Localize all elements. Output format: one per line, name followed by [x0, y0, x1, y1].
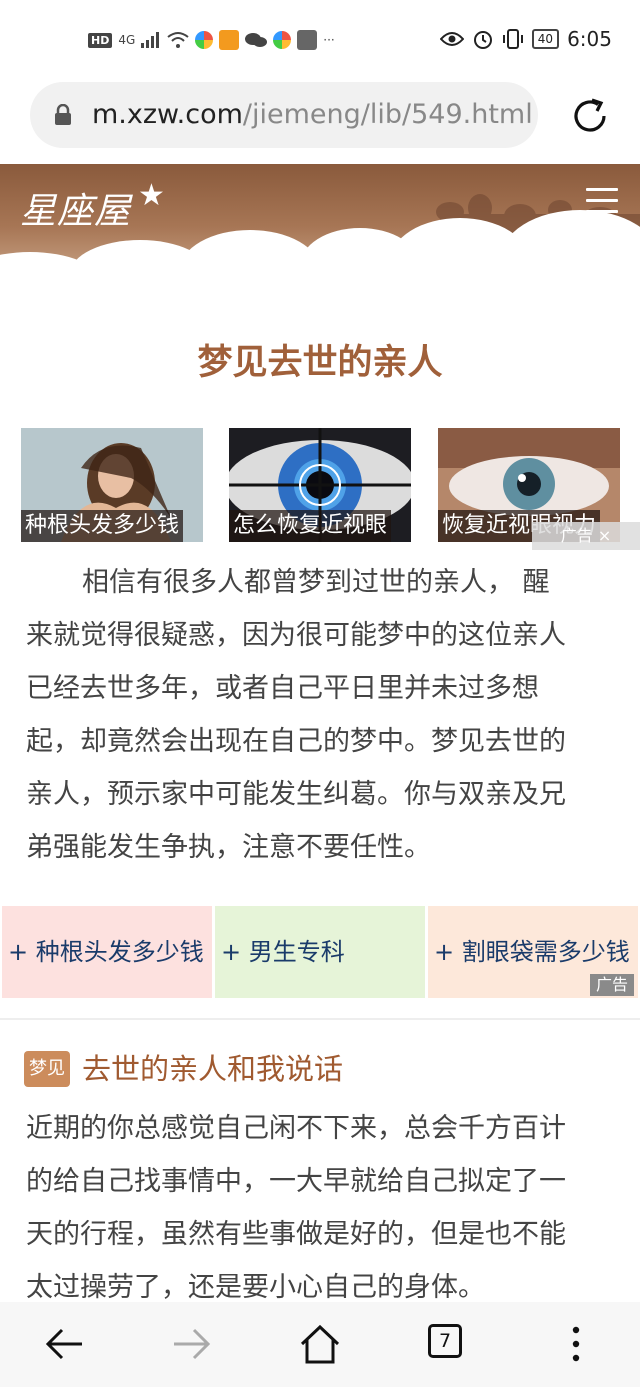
address-bar[interactable]: m.xzw.com/jiemeng/lib/549.html?: [30, 82, 538, 148]
wechat-icon: [245, 33, 268, 47]
hms-icon: [297, 30, 318, 50]
link-box-label: + 割眼袋需多少钱: [434, 938, 630, 966]
battery-indicator: 40: [531, 29, 560, 49]
eye-icon: [439, 32, 464, 46]
paragraph-line: 起，却竟然会出现在自己的梦中。梦见去世的: [26, 726, 566, 757]
paragraph-line: 近期的你总感觉自己闲不下来，总会千方百计: [26, 1113, 566, 1144]
tabs-button[interactable]: 7: [428, 1324, 462, 1358]
section-title[interactable]: 去世的亲人和我说话: [82, 1047, 343, 1091]
link-box-1[interactable]: + 种根头发多少钱: [2, 906, 212, 998]
thumbnail-caption: 怎么恢复近视眼: [229, 510, 392, 542]
link-box-3[interactable]: + 割眼袋需多少钱广告: [428, 906, 638, 998]
paragraph-line: 的给自己找事情中，一大早就给自己拟定了一: [26, 1166, 566, 1197]
url-host: m.xzw.com: [92, 99, 243, 130]
link-box-2[interactable]: + 男生专科: [215, 906, 425, 998]
paragraph-line: 来就觉得很疑惑，因为很可能梦中的这位亲人: [26, 620, 566, 651]
hamburger-menu-icon[interactable]: [586, 188, 618, 214]
app-notification-icon: [273, 31, 292, 49]
clock: 6:05: [567, 27, 612, 51]
back-arrow-icon[interactable]: [42, 1322, 86, 1366]
article-paragraph: 相信有很多人都曾梦到过世的亲人， 醒来就觉得很疑惑，因为很可能梦中的这位亲人 已经…: [26, 556, 618, 874]
alarm-icon: [473, 31, 492, 49]
reload-icon[interactable]: [570, 96, 610, 136]
thumbnail-ad-2[interactable]: 怎么恢复近视眼: [229, 428, 411, 542]
signal-icon: [141, 32, 160, 48]
vibrate-icon: [502, 29, 523, 49]
site-header: 星座屋 ★: [0, 164, 640, 304]
url-path: /jiemeng/lib/549.html?: [242, 99, 532, 130]
paragraph-line: 已经去世多年，或者自己平日里并未过多想: [26, 673, 539, 704]
paragraph-line: 太过操劳了，还是要小心自己的身体。: [26, 1272, 485, 1303]
paragraph-line: 亲人，预示家中可能发生纠葛。你与双亲及兄: [26, 779, 566, 810]
wifi-icon: [167, 32, 189, 48]
site-logo[interactable]: 星座屋: [20, 182, 131, 234]
app-notification-icon: [195, 31, 214, 49]
lock-icon: [55, 104, 71, 125]
signal-label: 4G: [118, 33, 136, 47]
paragraph-line: 弟强能发生争执，注意不要任性。: [26, 832, 431, 863]
section-divider: [0, 1018, 640, 1020]
url-text[interactable]: m.xzw.com/jiemeng/lib/549.html?: [92, 96, 532, 134]
paragraph-line: 相信有很多人都曾梦到过世的亲人， 醒: [82, 567, 550, 598]
status-left: HD 4G ···: [88, 26, 335, 54]
paragraph-line: 天的行程，虽然有些事做是好的，但是也不能: [26, 1219, 566, 1250]
status-right: 40 6:05: [439, 24, 612, 54]
forward-arrow-icon[interactable]: [170, 1322, 214, 1366]
page-title: 梦见去世的亲人: [197, 343, 443, 383]
app-notification-icon: [219, 30, 240, 50]
status-bar: HD 4G ··· 40 6:05: [0, 0, 640, 78]
section-paragraph: 近期的你总感觉自己闲不下来，总会千方百计 的给自己找事情中，一大早就给自己拟定了一…: [26, 1102, 618, 1314]
logo-star-icon: ★: [138, 178, 165, 213]
thumbnail-caption: 种根头发多少钱: [21, 510, 184, 542]
more-notifications: ···: [323, 33, 335, 47]
dream-badge: 梦见: [24, 1051, 70, 1087]
hd-badge: HD: [88, 32, 113, 48]
ad-label: 广告: [589, 974, 634, 996]
thumbnail-ad-1[interactable]: 种根头发多少钱: [21, 428, 203, 542]
more-options-icon[interactable]: [554, 1322, 598, 1366]
ad-close-tag[interactable]: 广告 ×: [532, 522, 640, 550]
browser-bottom-nav: 7: [0, 1302, 640, 1387]
home-icon[interactable]: [298, 1322, 342, 1366]
